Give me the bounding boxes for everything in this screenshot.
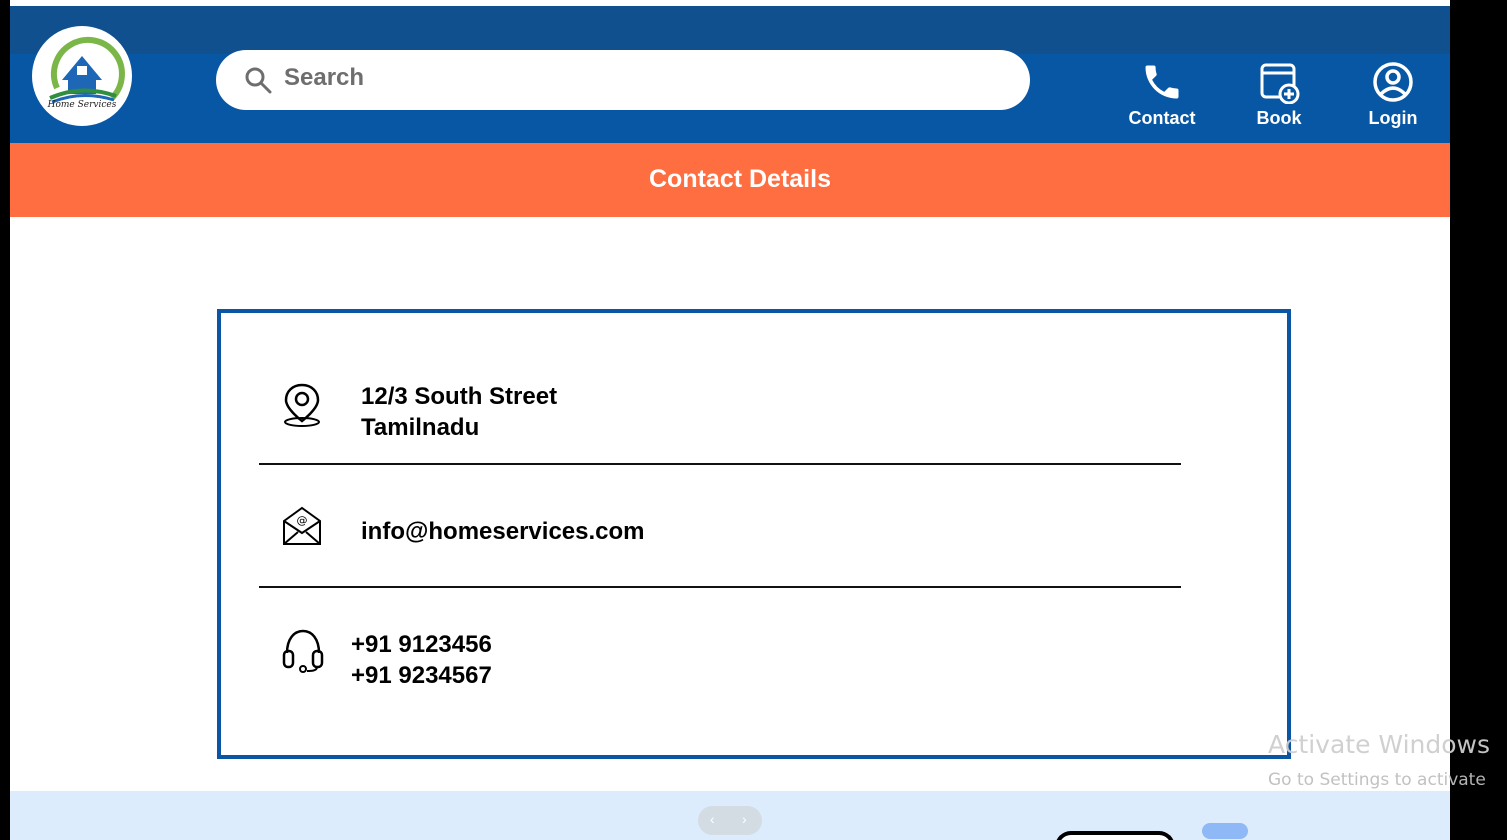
phone-number-2[interactable]: +91 9234567 bbox=[351, 660, 492, 691]
user-circle-icon bbox=[1373, 62, 1413, 102]
windows-watermark-title: Activate Windows bbox=[1268, 730, 1490, 759]
location-pin-icon bbox=[284, 383, 320, 427]
pager-prev-button[interactable]: ‹ bbox=[710, 811, 715, 827]
nav-login[interactable]: Login bbox=[1338, 60, 1448, 140]
page-title: Contact Details bbox=[649, 165, 831, 193]
logo-text: Home Services bbox=[47, 100, 117, 110]
svg-text:@: @ bbox=[297, 514, 308, 527]
divider bbox=[259, 463, 1181, 465]
nav-login-label: Login bbox=[1368, 108, 1418, 128]
contact-card: 12/3 South Street Tamilnadu @ info@homes… bbox=[217, 309, 1291, 759]
nav-book[interactable]: Book bbox=[1224, 60, 1334, 140]
phone-number-1[interactable]: +91 9123456 bbox=[351, 629, 492, 660]
header: Home Services Search Contact Book Login bbox=[10, 6, 1450, 143]
carousel-pager: ‹ › bbox=[698, 806, 762, 835]
calendar-add-icon bbox=[1260, 63, 1300, 104]
footer: ‹ › bbox=[10, 791, 1450, 840]
page: Home Services Search Contact Book Login … bbox=[10, 0, 1450, 840]
contact-banner: Contact Details bbox=[10, 143, 1450, 217]
heart-chip-icon[interactable] bbox=[1202, 823, 1248, 839]
search-bar[interactable]: Search bbox=[216, 50, 1030, 110]
address-line-1: 12/3 South Street bbox=[361, 383, 558, 410]
house-logo-icon bbox=[49, 36, 125, 104]
email-address[interactable]: info@homeservices.com bbox=[361, 516, 645, 547]
nav-book-label: Book bbox=[1256, 108, 1302, 128]
phone-icon bbox=[1145, 65, 1179, 99]
headset-icon bbox=[282, 629, 324, 673]
pager-next-button[interactable]: › bbox=[742, 811, 747, 827]
device-illustration bbox=[1055, 831, 1175, 840]
nav-contact[interactable]: Contact bbox=[1107, 60, 1217, 140]
mail-icon: @ bbox=[283, 506, 321, 545]
logo[interactable]: Home Services bbox=[32, 26, 132, 126]
address-line-2: Tamilnadu bbox=[361, 414, 480, 441]
nav-contact-label: Contact bbox=[1128, 108, 1196, 128]
search-input[interactable]: Search bbox=[284, 64, 364, 92]
divider bbox=[259, 586, 1181, 588]
windows-watermark-subtitle: Go to Settings to activate bbox=[1268, 770, 1486, 790]
search-icon bbox=[245, 67, 272, 94]
